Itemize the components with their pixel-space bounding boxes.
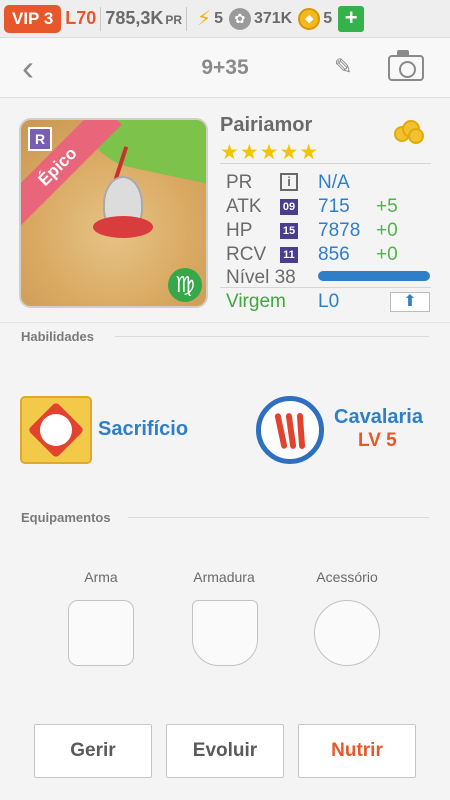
vip-badge[interactable]: VIP 3 [4,4,62,33]
pet-name: Pairiamor [220,114,313,136]
abilities-heading: Habilidades [21,329,94,344]
atk-label: ATK [226,196,262,217]
divider [220,287,431,288]
info-icon[interactable]: i [280,173,298,191]
evolve-button[interactable]: Evoluir [166,724,284,778]
feed-button[interactable]: Nutrir [298,724,416,778]
hp-label: HP [226,220,253,241]
weapon-slot[interactable] [68,600,134,666]
divider [128,517,429,518]
skill-level: LV 5 [358,430,397,451]
add-currency-button[interactable]: + [338,5,365,32]
divider [115,336,429,337]
lightning-icon: ⚡ [197,8,212,30]
atk-badge: 09 [280,199,298,215]
section-divider [0,322,450,323]
sacrifice-skill-icon[interactable] [20,396,92,464]
weapon-label: Arma [84,569,118,585]
pr-value: N/A [318,172,350,193]
manage-button[interactable]: Gerir [34,724,152,778]
level-progress-bar [318,271,430,281]
cloud-element-icon [390,118,426,148]
paw-counter[interactable]: ✿ 371K [228,7,292,30]
nav-bar: ‹ 9+35 ✎ [0,38,450,98]
hp-badge: 15 [280,223,298,239]
atk-value: 715 [318,196,350,217]
hp-value: 7878 [318,220,361,241]
atk-bonus: +5 [376,196,398,217]
divider [220,163,431,164]
rcv-badge: 11 [280,247,298,263]
rcv-bonus: +0 [376,244,398,265]
upgrade-button[interactable]: ⬆ [390,292,430,312]
paw-icon: ✿ [228,7,251,30]
armor-label: Armadura [193,569,255,585]
virgo-icon: ♍ [168,268,202,302]
pet-image [93,146,153,248]
energy-counter[interactable]: ⚡ 5 [197,6,223,31]
zodiac-sign-level: L0 [318,291,340,312]
arrow-up-icon: ⬆ [403,293,417,310]
skill-name-sacrifice[interactable]: Sacrifício [98,418,188,441]
skill-name-cavalry[interactable]: Cavalaria [334,406,423,429]
coin-icon: ◆ [298,7,321,30]
divider [100,6,102,31]
equipment-heading: Equipamentos [21,510,111,525]
power-value: 785,3K PR [105,8,183,28]
accessory-slot[interactable] [314,600,380,666]
rcv-label: RCV [226,244,267,265]
cavalry-skill-icon[interactable] [256,396,324,464]
player-level: L70 [65,8,97,28]
level-label: Nível 38 [226,267,296,288]
zodiac-sign-label: Virgem [226,291,286,312]
camera-icon[interactable] [388,50,424,81]
pencil-icon[interactable]: ✎ [334,54,352,80]
status-bar: VIP 3 L70 785,3K PR ⚡ 5 ✿ 371K ◆ 5 + [0,0,450,38]
star-rating: ★★★★★ [220,141,320,164]
rcv-value: 856 [318,244,350,265]
pr-label: PR [226,172,253,193]
hp-bonus: +0 [376,220,398,241]
divider [186,6,188,31]
rarity-badge: R [28,127,52,151]
page-title: 9+35 [201,56,249,79]
pet-portrait[interactable]: Épico R ♍ [19,118,208,308]
armor-slot[interactable] [192,600,258,666]
coin-counter[interactable]: ◆ 5 [298,7,332,30]
accessory-label: Acessório [316,569,378,585]
